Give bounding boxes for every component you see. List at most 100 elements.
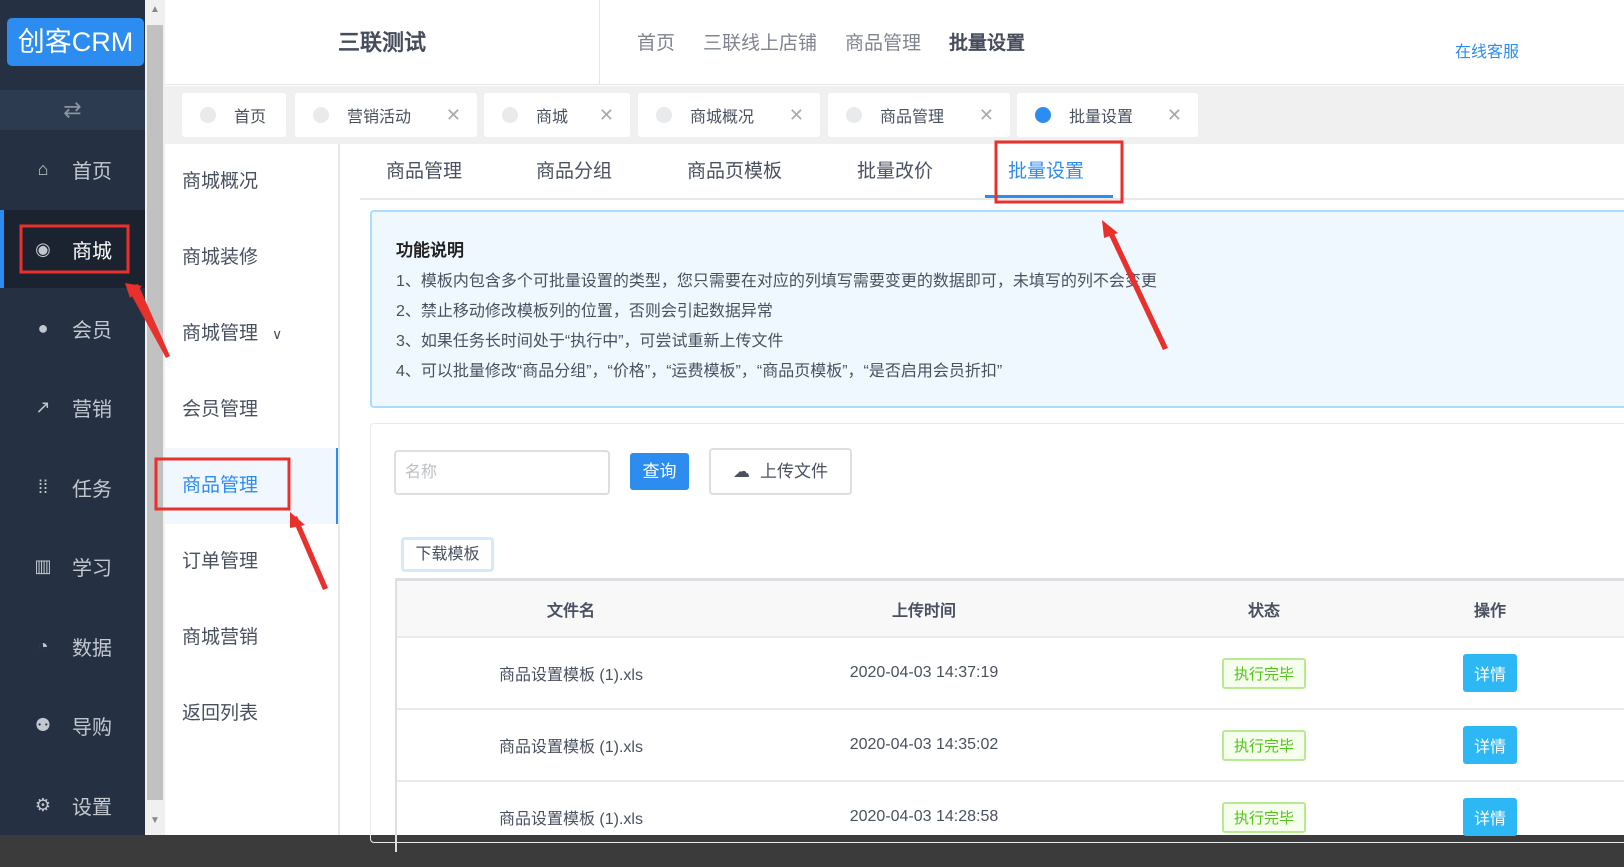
group-icon: ⚉	[34, 714, 52, 735]
upload-time: 2020-04-03 14:28:58	[849, 808, 999, 825]
user-icon: ●	[37, 317, 49, 338]
label: 营销	[72, 398, 112, 421]
label: 商城	[72, 240, 112, 263]
logo[interactable]: 创客CRM	[7, 18, 144, 66]
top-header: 三联测试 首页 三联线上店铺 商品管理 批量设置 在线客服	[165, 0, 1624, 85]
tab-label: 商品管理	[880, 109, 945, 126]
online-service-link[interactable]: 在线客服	[1455, 38, 1519, 62]
tab-goods-template[interactable]: 商品页模板	[687, 156, 782, 183]
submenu-marketing[interactable]: 商城营销	[165, 600, 338, 676]
tab-home[interactable]: 首页	[182, 93, 286, 137]
active-tab-indicator	[985, 195, 1113, 198]
sidebar-item-store[interactable]: ◉ 商城	[0, 210, 145, 288]
tab-goods-manage[interactable]: 商品管理	[386, 156, 462, 183]
scroll-thumb[interactable]	[147, 25, 163, 800]
sidebar-item-settings[interactable]: ⚙ 设置	[0, 766, 145, 844]
sidebar-item-guide[interactable]: ⚉ 导购	[0, 686, 145, 764]
info-title: 功能说明	[396, 241, 464, 260]
dot-icon	[1035, 107, 1051, 123]
chevron-down-icon: ∨	[272, 326, 283, 342]
nav-batch[interactable]: 批量设置	[949, 28, 1025, 55]
label: 商城管理	[182, 323, 259, 344]
upload-button[interactable]: ☁ 上传文件	[709, 448, 852, 495]
name-input[interactable]: 名称	[394, 450, 610, 495]
sidebar: 创客CRM ⇄ ⌂ 首页 ◉ 商城 ● 会员 ↗ 营销 ⁞⁞ 任务 ▥ 学习 ◔ 数据 ⚉ 导购…	[0, 0, 145, 867]
upload-table: 文件名 上传时间 状态 操作 商品设置模板 (1).xls 2020-04-03…	[395, 578, 1624, 852]
tab-store-overview[interactable]: 商城概况 ✕	[638, 93, 820, 137]
label: 数据	[72, 637, 112, 660]
close-icon[interactable]: ✕	[789, 105, 804, 126]
close-icon[interactable]: ✕	[599, 105, 614, 126]
status-badge: 执行完毕	[1221, 657, 1306, 689]
submenu-overview[interactable]: 商城概况	[165, 144, 338, 220]
table-row: 商品设置模板 (1).xls 2020-04-03 14:28:58 执行完毕 …	[397, 780, 1624, 852]
submenu-goods[interactable]: 商品管理	[165, 448, 338, 524]
scrollbar[interactable]: ▲ ▼	[145, 0, 165, 835]
close-icon[interactable]: ✕	[979, 105, 994, 126]
info-line: 1、模板内包含多个可批量设置的类型，您只需要在对应的列填写需要变更的数据即可，未…	[396, 273, 1157, 290]
submenu-decoration[interactable]: 商城装修	[165, 220, 338, 296]
col-status: 状态	[1247, 602, 1280, 620]
col-file: 文件名	[546, 602, 595, 620]
tab-store[interactable]: 商城 ✕	[484, 93, 630, 137]
submenu-manage[interactable]: 商城管理 ∨	[165, 296, 338, 372]
upload-time: 2020-04-03 14:35:02	[849, 736, 999, 753]
scroll-down-icon[interactable]: ▼	[150, 815, 160, 826]
submenu: 商城概况 商城装修 商城管理 ∨ 会员管理 商品管理 订单管理 商城营销 返回列表	[165, 144, 340, 835]
label: 上传文件	[760, 462, 828, 481]
dot-icon	[656, 107, 672, 123]
sidebar-item-tasks[interactable]: ⁞⁞ 任务	[0, 448, 145, 526]
nav-home[interactable]: 首页	[637, 28, 675, 55]
info-line: 2、禁止移动修改模板列的位置，否则会引起数据异常	[396, 303, 773, 320]
label: 学习	[72, 557, 112, 580]
dot-icon	[846, 107, 862, 123]
sidebar-item-member[interactable]: ● 会员	[0, 289, 145, 367]
info-alert: 功能说明 1、模板内包含多个可批量设置的类型，您只需要在对应的列填写需要变更的数…	[370, 210, 1624, 408]
book-icon: ▥	[34, 555, 52, 576]
pie-icon: ◔	[37, 635, 49, 656]
file-name: 商品设置模板 (1).xls	[498, 811, 643, 828]
details-button[interactable]: 详情	[1462, 654, 1517, 692]
collapse-toggle-icon[interactable]: ⇄	[0, 90, 145, 130]
label: 导购	[72, 716, 112, 739]
tab-batch[interactable]: 批量设置 ✕	[1017, 93, 1198, 137]
shop-title: 三联测试	[165, 0, 600, 85]
nav-goods[interactable]: 商品管理	[845, 28, 921, 55]
tab-goods[interactable]: 商品管理 ✕	[828, 93, 1010, 137]
submenu-orders[interactable]: 订单管理	[165, 524, 338, 600]
label: 设置	[72, 796, 112, 819]
dot-icon	[313, 107, 329, 123]
sidebar-item-learn[interactable]: ▥ 学习	[0, 527, 145, 605]
tab-goods-group[interactable]: 商品分组	[536, 156, 612, 183]
download-template-button[interactable]: 下载模板	[401, 537, 494, 572]
nav-shop[interactable]: 三联线上店铺	[703, 28, 817, 55]
breadcrumb: 首页 三联线上店铺 商品管理 批量设置	[637, 28, 1025, 55]
tab-batch-price[interactable]: 批量改价	[857, 156, 933, 183]
sidebar-item-data[interactable]: ◔ 数据	[0, 607, 145, 685]
cloud-upload-icon: ☁	[733, 462, 750, 481]
scroll-up-icon[interactable]: ▲	[150, 4, 160, 15]
tab-marketing[interactable]: 营销活动 ✕	[295, 93, 477, 137]
tab-label: 首页	[234, 109, 267, 126]
submenu-back[interactable]: 返回列表	[165, 676, 338, 752]
file-name: 商品设置模板 (1).xls	[498, 667, 643, 684]
close-icon[interactable]: ✕	[1167, 105, 1182, 126]
tab-label: 营销活动	[347, 109, 412, 126]
submenu-member[interactable]: 会员管理	[165, 372, 338, 448]
label: 任务	[72, 478, 112, 501]
sidebar-item-marketing[interactable]: ↗ 营销	[0, 368, 145, 446]
home-icon: ⌂	[37, 158, 49, 179]
upload-time: 2020-04-03 14:37:19	[849, 664, 999, 681]
store-icon: ◉	[35, 238, 51, 259]
col-time: 上传时间	[891, 602, 956, 620]
tab-batch-settings[interactable]: 批量设置	[1008, 156, 1084, 183]
details-button[interactable]: 详情	[1462, 726, 1517, 764]
dot-icon	[200, 107, 216, 123]
tab-bar: 首页 营销活动 ✕ 商城 ✕ 商城概况 ✕ 商品管理 ✕ 批量设置 ✕	[165, 86, 1624, 144]
table-row: 商品设置模板 (1).xls 2020-04-03 14:37:19 执行完毕 …	[397, 636, 1624, 708]
details-button[interactable]: 详情	[1462, 798, 1517, 836]
sidebar-item-home[interactable]: ⌂ 首页	[0, 130, 145, 208]
query-button[interactable]: 查询	[630, 453, 689, 490]
close-icon[interactable]: ✕	[446, 105, 461, 126]
col-action: 操作	[1473, 602, 1506, 620]
